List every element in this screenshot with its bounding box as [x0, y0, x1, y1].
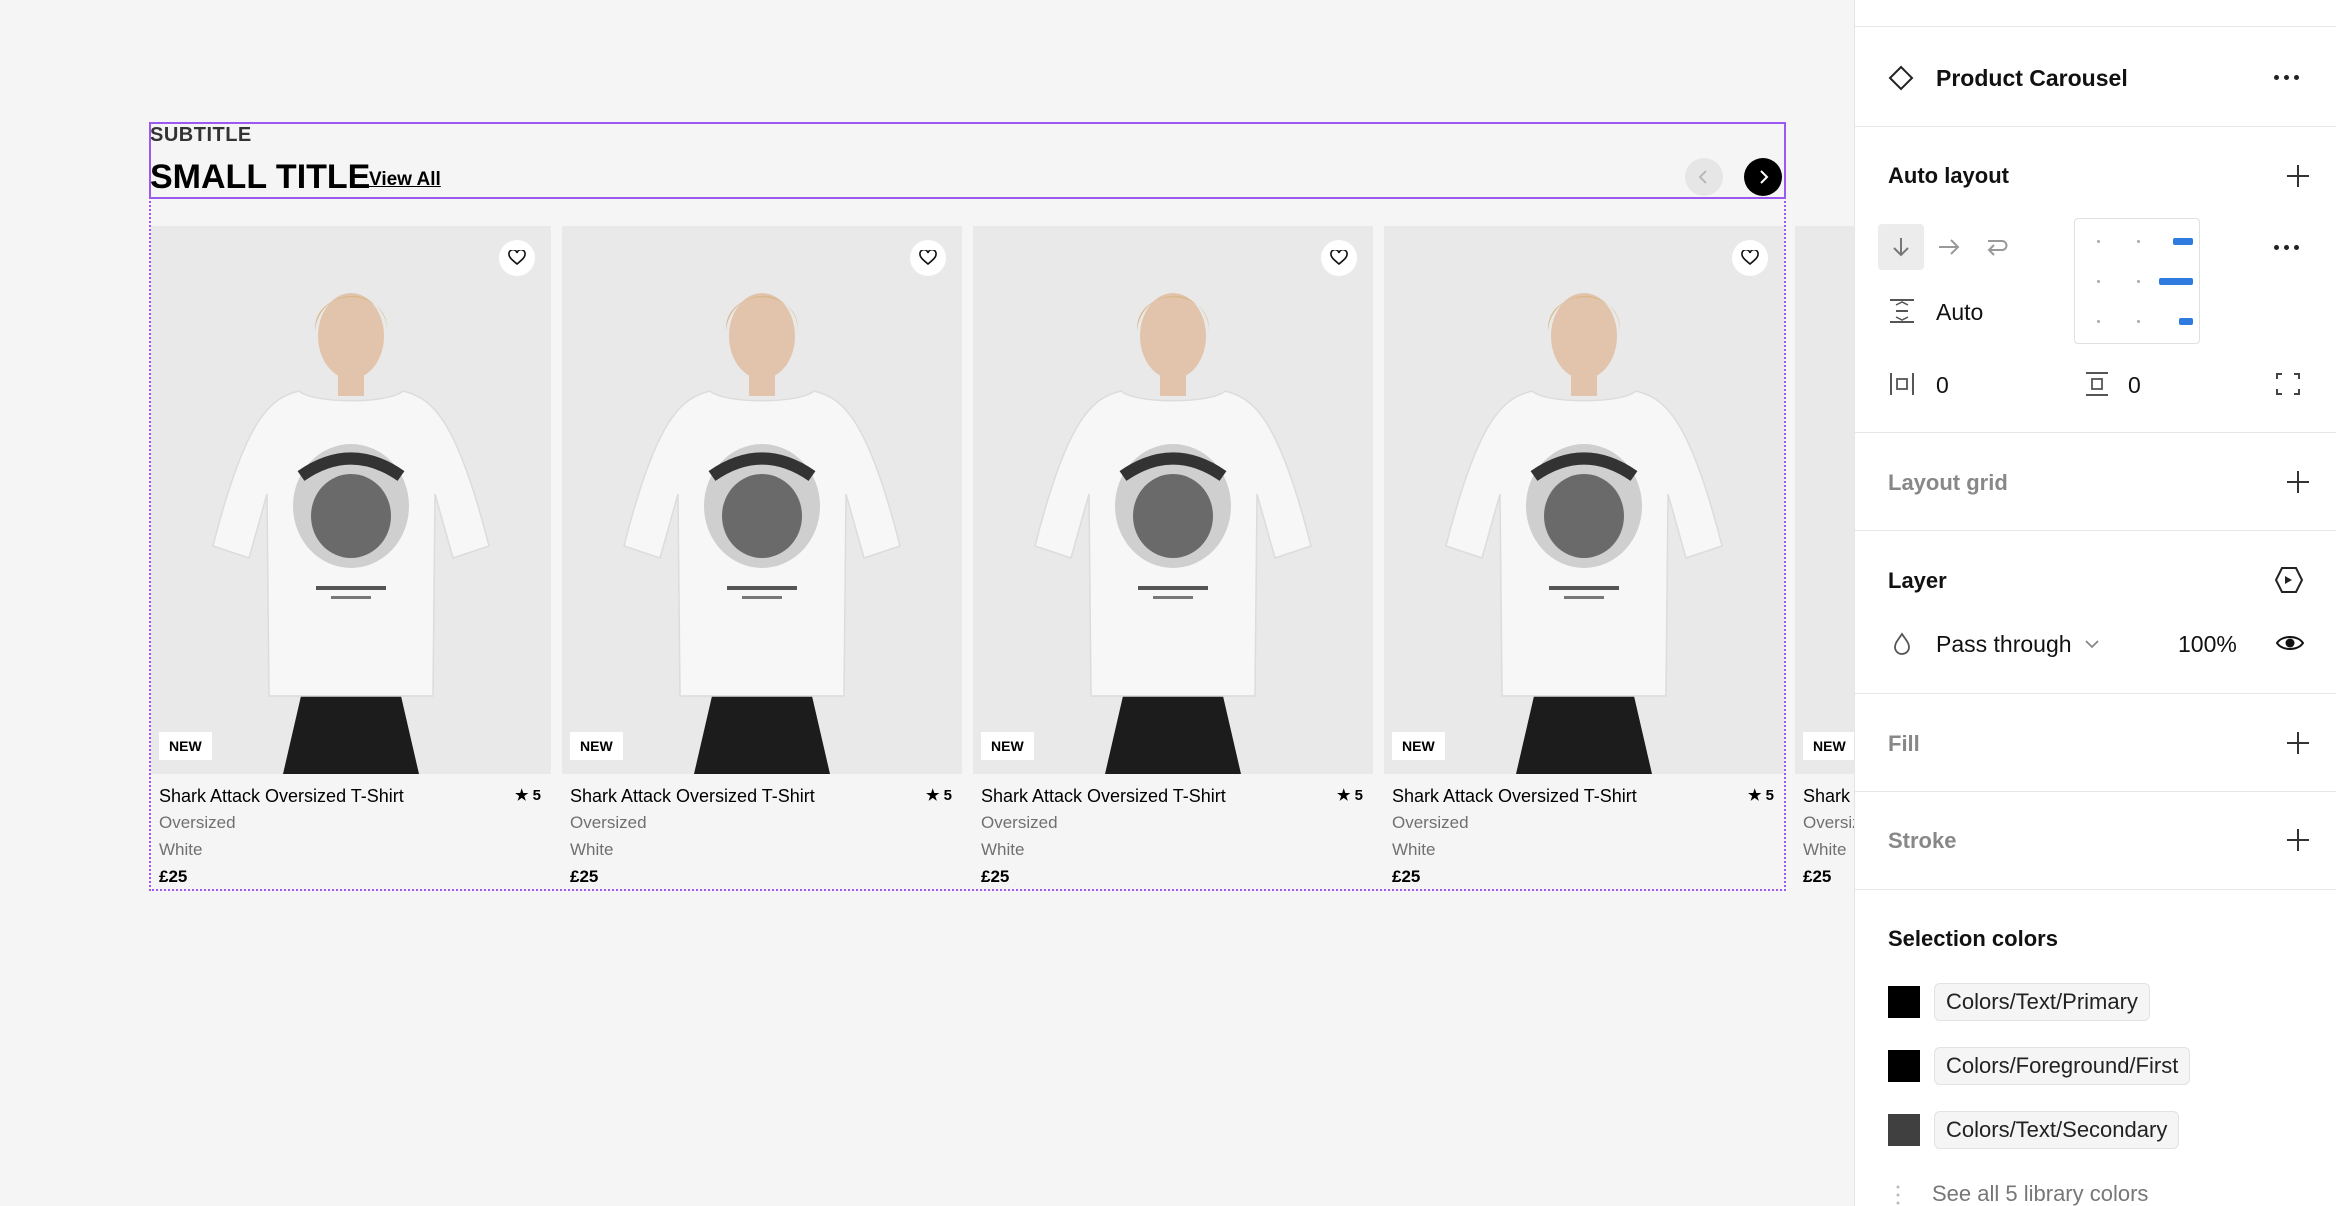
- visibility-eye-icon[interactable]: [2275, 631, 2305, 655]
- align-dot[interactable]: [2137, 280, 2140, 283]
- divider: [1855, 693, 2336, 694]
- opacity-value[interactable]: 100%: [2178, 631, 2237, 658]
- product-image[interactable]: NEW: [1795, 226, 1854, 774]
- see-all-colors-link[interactable]: See all 5 library colors: [1932, 1181, 2148, 1206]
- product-fit: Oversized: [1803, 813, 1854, 832]
- direction-horizontal-button[interactable]: [1926, 224, 1972, 270]
- horizontal-padding-icon: [1890, 373, 1914, 395]
- model-photo: [1795, 226, 1854, 774]
- align-dot[interactable]: [2097, 280, 2100, 283]
- spacing-value[interactable]: Auto: [1936, 299, 1983, 326]
- vertical-padding-value[interactable]: 0: [2128, 372, 2141, 399]
- color-swatch[interactable]: [1888, 1114, 1920, 1146]
- layout-grid-title: Layout grid: [1888, 470, 2008, 495]
- carousel-frame-outline: [149, 122, 1786, 891]
- component-name: Product Carousel: [1936, 65, 2128, 91]
- align-dot[interactable]: [2097, 320, 2100, 323]
- color-style-chip[interactable]: Colors/Text/Primary: [1934, 983, 2150, 1021]
- product-colour: White: [1803, 840, 1847, 859]
- color-style-chip[interactable]: Colors/Text/Secondary: [1934, 1111, 2180, 1149]
- color-style-chip[interactable]: Colors/Foreground/First: [1934, 1047, 2191, 1085]
- add-auto-layout-icon[interactable]: [2287, 165, 2309, 187]
- blend-mode-select[interactable]: Pass through: [1936, 631, 2072, 658]
- auto-layout-more-icon[interactable]: [2274, 245, 2299, 250]
- align-bar[interactable]: [2173, 238, 2193, 245]
- wrap-icon: [1987, 240, 2008, 256]
- spacing-vertical-icon: [1890, 299, 1914, 323]
- direction-wrap-button[interactable]: [1974, 224, 2020, 270]
- align-dot[interactable]: [2097, 240, 2100, 243]
- auto-layout-title: Auto layout: [1888, 163, 2009, 188]
- divider: [1855, 530, 2336, 531]
- divider: [1855, 791, 2336, 792]
- divider: [1855, 26, 2336, 27]
- divider: [1855, 432, 2336, 433]
- product-card[interactable]: NEWShark Attack Oversized T-Shirt★ 5Over…: [1795, 226, 1854, 896]
- new-badge: NEW: [1803, 732, 1854, 760]
- component-diamond-icon: [1888, 65, 1914, 91]
- align-dot[interactable]: [2137, 240, 2140, 243]
- component-set-icon[interactable]: [2274, 566, 2304, 594]
- direction-vertical-button[interactable]: [1878, 224, 1924, 270]
- product-price: £25: [1803, 867, 1832, 886]
- add-layout-grid-icon[interactable]: [2287, 471, 2309, 493]
- chevron-down-icon[interactable]: [2084, 639, 2100, 649]
- design-canvas[interactable]: SUBTITLE SMALL TITLE View All NEW Shark A…: [0, 0, 1854, 1206]
- divider: [1855, 889, 2336, 890]
- add-stroke-icon[interactable]: [2287, 829, 2309, 851]
- color-swatch[interactable]: [1888, 1050, 1920, 1082]
- align-bar[interactable]: [2159, 278, 2193, 285]
- add-fill-icon[interactable]: [2287, 732, 2309, 754]
- more-options-icon[interactable]: [2274, 75, 2299, 80]
- divider: [1855, 126, 2336, 127]
- stroke-title: Stroke: [1888, 828, 1957, 853]
- product-name[interactable]: Shark Attack Oversized T-Shirt: [1803, 786, 1854, 807]
- independent-padding-icon[interactable]: [2275, 372, 2301, 396]
- drag-handle-icon: [1896, 1185, 1900, 1205]
- arrow-right-icon: [1939, 239, 1960, 255]
- blend-drop-icon: [1894, 632, 1910, 655]
- horizontal-padding-value[interactable]: 0: [1936, 372, 1949, 399]
- alignment-grid[interactable]: [2074, 218, 2200, 344]
- selection-colors-title: Selection colors: [1888, 926, 2058, 951]
- vertical-padding-icon: [2086, 372, 2108, 396]
- align-dot[interactable]: [2137, 320, 2140, 323]
- fill-title: Fill: [1888, 731, 1920, 756]
- layer-title: Layer: [1888, 568, 1947, 593]
- arrow-down-icon: [1893, 238, 1909, 257]
- properties-panel: Product Carousel Auto layout Auto 0 0 La…: [1854, 0, 2336, 1206]
- align-bar[interactable]: [2179, 318, 2193, 325]
- color-swatch[interactable]: [1888, 986, 1920, 1018]
